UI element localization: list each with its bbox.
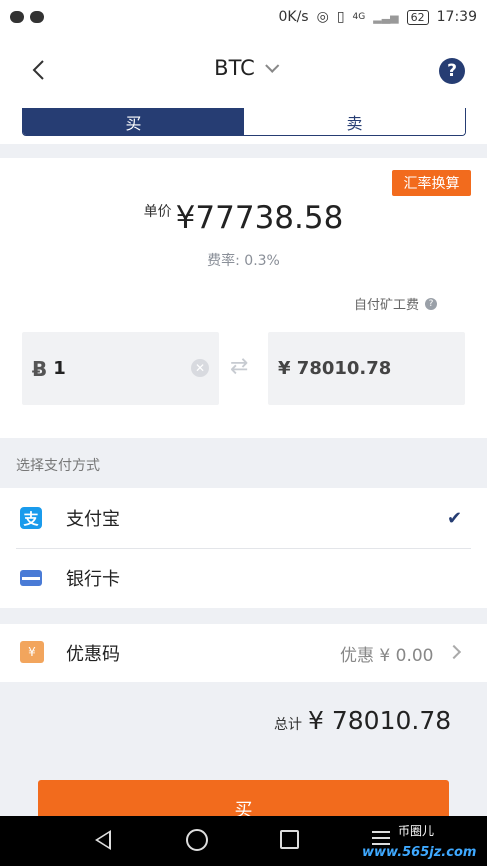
coupon-ticket-icon: ¥	[20, 641, 44, 663]
unit-price-label: 单价	[143, 204, 172, 220]
nav-back-icon[interactable]	[95, 830, 111, 850]
payment-option-label: 支付宝	[66, 509, 120, 530]
total-value: ¥ 78010.78	[308, 706, 452, 735]
cny-amount-value: ¥ 78010.78	[278, 358, 392, 379]
price-card: 汇率换算 单价 ¥77738.58 费率: 0.3% 自付矿工费 ? Ƀ 1 ✕ …	[0, 158, 487, 438]
alipay-icon: 支	[20, 507, 42, 529]
message-icon	[10, 11, 24, 23]
status-notifications	[10, 11, 44, 23]
signal-label: 4G	[352, 12, 366, 22]
signal-icon: ▂▃▅	[373, 10, 399, 24]
page-title: BTC	[214, 56, 255, 80]
tab-sell[interactable]: 卖	[244, 108, 465, 135]
payment-method-header: 选择支付方式	[16, 458, 100, 474]
nav-recent-icon[interactable]	[280, 830, 299, 849]
trade-tabs-area: 买 卖	[0, 108, 487, 144]
watermark-name: 币圈儿	[398, 824, 435, 838]
payment-option-alipay[interactable]: 支 支付宝 ✔	[0, 488, 487, 548]
tab-buy[interactable]: 买	[23, 108, 244, 135]
unit-price: 单价 ¥77738.58	[0, 200, 487, 236]
wechat-icon	[30, 11, 44, 23]
watermark-url: www.565jz.com	[362, 845, 477, 860]
battery-indicator: 62	[406, 9, 429, 25]
status-right: 0K/s ◎ ▯ 4G ▂▃▅ 62 17:39	[279, 9, 478, 25]
swap-arrows-icon: ⇄	[230, 354, 249, 379]
cny-amount-input[interactable]: ¥ 78010.78	[268, 332, 465, 405]
total-label: 总计	[274, 717, 302, 733]
status-time: 17:39	[436, 9, 477, 25]
wifi-icon: ◎	[316, 9, 329, 25]
payment-method-list: 支 支付宝 ✔ 银行卡	[0, 488, 487, 608]
bitcoin-icon: Ƀ	[32, 356, 48, 381]
fee-rate: 费率: 0.3%	[207, 253, 280, 269]
coupon-row[interactable]: ¥ 优惠码 优惠 ¥ 0.00	[0, 624, 487, 682]
order-total: 总计 ¥ 78010.78	[274, 706, 451, 735]
nav-home-icon[interactable]	[186, 829, 208, 851]
payment-option-label: 银行卡	[66, 569, 120, 590]
chevron-right-icon	[446, 644, 462, 660]
payment-option-bank-card[interactable]: 银行卡	[0, 548, 487, 608]
vibrate-icon: ▯	[336, 9, 345, 25]
coupon-label: 优惠码	[66, 644, 120, 665]
checkmark-icon: ✔	[447, 507, 463, 529]
coupon-value: 优惠 ¥ 0.00	[340, 645, 434, 666]
btc-amount-value: 1	[53, 358, 66, 379]
miner-fee-toggle[interactable]: 自付矿工费 ?	[354, 294, 438, 313]
exchange-rate-convert-button[interactable]: 汇率换算	[392, 170, 471, 196]
trade-tabs: 买 卖	[22, 108, 466, 136]
help-button[interactable]: ?	[439, 58, 465, 84]
status-bar: 0K/s ◎ ▯ 4G ▂▃▅ 62 17:39	[0, 0, 487, 34]
nav-menu-icon[interactable]	[372, 831, 390, 845]
network-speed: 0K/s	[278, 9, 309, 25]
bank-card-icon	[20, 570, 42, 586]
unit-price-value: ¥77738.58	[175, 200, 344, 236]
app-header: BTC ?	[0, 34, 487, 108]
question-icon[interactable]: ?	[425, 297, 438, 310]
miner-fee-label: 自付矿工费	[354, 298, 420, 313]
clear-icon[interactable]: ✕	[191, 359, 209, 377]
btc-amount-input[interactable]: Ƀ 1 ✕	[22, 332, 219, 405]
chevron-down-icon	[264, 58, 280, 73]
currency-selector[interactable]: BTC	[0, 56, 487, 80]
